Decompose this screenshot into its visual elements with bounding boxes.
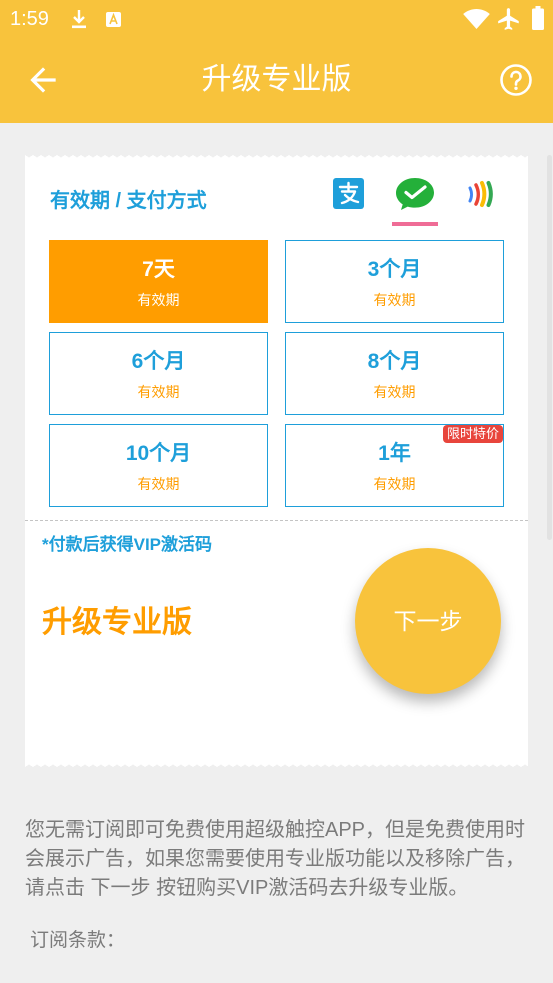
plan-validity-label: 有效期: [373, 476, 416, 492]
plan-validity-label: 有效期: [137, 476, 180, 492]
description-line: 请点击 下一步 按钮购买VIP激活码去升级专业版。: [25, 877, 469, 899]
status-time: 1:59: [10, 8, 49, 30]
description: 您无需订阅即可免费使用超级触控APP，但是免费使用时 会展示广告，如果您需要使用…: [25, 816, 545, 903]
status-bar: 1:59: [0, 0, 553, 41]
app-bar: 升级专业版: [0, 41, 553, 123]
subscription-terms-label: 订阅条款：: [30, 930, 126, 951]
help-button[interactable]: [494, 58, 538, 102]
plan-option-10-months[interactable]: 10个月 有效期: [49, 424, 268, 507]
upgrade-title: 升级专业版: [42, 606, 192, 639]
plan-validity-label: 有效期: [137, 292, 180, 308]
plan-duration: 6个月: [131, 350, 186, 373]
description-line: 会展示广告，如果您需要使用专业版功能以及移除广告，: [25, 848, 525, 870]
next-step-button[interactable]: 下一步: [355, 548, 501, 694]
dashed-divider: [25, 520, 528, 521]
alipay-option[interactable]: [333, 178, 364, 209]
plan-validity-label: 有效期: [373, 292, 416, 308]
plan-option-6-months[interactable]: 6个月 有效期: [49, 332, 268, 415]
purchase-card: 有效期 / 支付方式 7天 有效期 3个月 有效期 6个月 有效期 8个月 有效…: [25, 155, 528, 767]
section-title: 有效期 / 支付方式: [50, 190, 207, 212]
plan-duration: 8个月: [367, 350, 422, 373]
plan-duration: 3个月: [367, 258, 422, 281]
alipay-icon: [333, 178, 364, 209]
wechat-pay-icon: [395, 176, 435, 212]
plan-validity-label: 有效期: [373, 384, 416, 400]
plan-validity-label: 有效期: [137, 384, 180, 400]
plan-duration: 1年: [378, 442, 411, 465]
airplane-mode-icon: [496, 6, 522, 32]
plan-duration: 10个月: [125, 442, 192, 465]
wifi-icon: [463, 9, 490, 29]
plan-option-8-months[interactable]: 8个月 有效期: [285, 332, 504, 415]
selected-payment-indicator: [392, 222, 438, 226]
help-icon: [499, 63, 533, 97]
scrollbar[interactable]: [547, 155, 552, 540]
wallet-icon: [465, 179, 495, 209]
download-icon: [70, 8, 88, 30]
description-line: 您无需订阅即可免费使用超级触控APP，但是免费使用时: [25, 819, 526, 841]
plan-option-1-year[interactable]: 限时特价 1年 有效期: [285, 424, 504, 507]
plan-duration: 7天: [142, 258, 175, 281]
page-title: 升级专业版: [201, 63, 352, 96]
activation-code-note: *付款后获得VIP激活码: [42, 535, 213, 554]
wallet-option[interactable]: [465, 179, 495, 209]
plan-option-3-months[interactable]: 3个月 有效期: [285, 240, 504, 323]
a-notification-icon: [105, 11, 122, 28]
plan-option-7-days[interactable]: 7天 有效期: [49, 240, 268, 323]
battery-icon: [532, 6, 544, 30]
wechat-pay-option[interactable]: [395, 176, 435, 212]
